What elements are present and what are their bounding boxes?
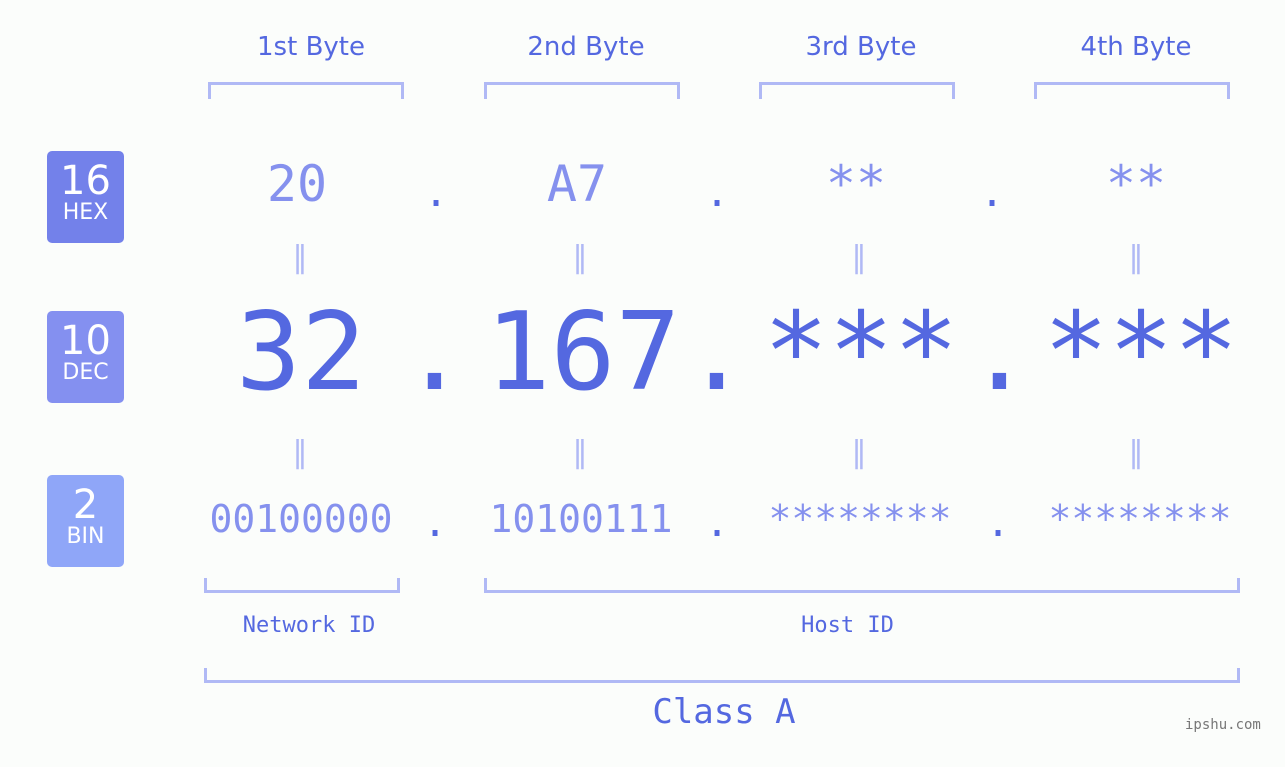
- equals-dec-bin-4: ‖: [1128, 435, 1144, 470]
- bin-dot-3: .: [985, 500, 1011, 546]
- dec-byte-3: ***: [763, 290, 959, 415]
- bin-byte-1: 00100000: [209, 497, 393, 541]
- equals-dec-bin-2: ‖: [572, 435, 588, 470]
- bin-base: 2: [72, 482, 99, 528]
- hex-badge: 16 HEX: [47, 151, 124, 243]
- dec-byte-2: 167: [485, 290, 681, 415]
- equals-dec-bin-3: ‖: [851, 435, 867, 470]
- dec-badge: 10 DEC: [47, 311, 124, 403]
- byte-bracket-4: [1034, 82, 1230, 99]
- bin-dot-1: .: [422, 500, 448, 546]
- equals-hex-dec-4: ‖: [1128, 240, 1144, 275]
- host-id-label: Host ID: [801, 613, 894, 638]
- hex-dot-3: .: [979, 170, 1005, 216]
- byte-header-1: 1st Byte: [257, 32, 365, 62]
- byte-bracket-2: [484, 82, 680, 99]
- dec-byte-1: 32: [235, 290, 367, 415]
- dec-dot-1: .: [402, 290, 468, 415]
- hex-base: 16: [60, 158, 111, 204]
- byte-bracket-1: [208, 82, 404, 99]
- byte-bracket-3: [759, 82, 955, 99]
- dec-dot-2: .: [684, 290, 750, 415]
- hex-byte-4: **: [1105, 155, 1167, 213]
- hex-byte-2: A7: [546, 155, 608, 213]
- hex-byte-3: **: [825, 155, 887, 213]
- dec-name: DEC: [62, 360, 109, 385]
- equals-dec-bin-1: ‖: [292, 435, 308, 470]
- byte-header-2: 2nd Byte: [527, 32, 645, 62]
- network-id-bracket: [204, 578, 400, 593]
- equals-hex-dec-1: ‖: [292, 240, 308, 275]
- equals-hex-dec-3: ‖: [851, 240, 867, 275]
- hex-dot-1: .: [423, 170, 449, 216]
- bin-byte-4: ********: [1048, 497, 1232, 541]
- bin-byte-2: 10100111: [489, 497, 673, 541]
- watermark: ipshu.com: [1185, 717, 1261, 733]
- equals-hex-dec-2: ‖: [572, 240, 588, 275]
- network-id-label: Network ID: [242, 613, 376, 638]
- host-id-bracket: [484, 578, 1240, 593]
- class-label: Class A: [652, 692, 796, 732]
- hex-byte-1: 20: [266, 155, 328, 213]
- dec-dot-3: .: [967, 290, 1033, 415]
- byte-header-3: 3rd Byte: [805, 32, 917, 62]
- dec-base: 10: [60, 318, 111, 364]
- byte-header-4: 4th Byte: [1080, 32, 1192, 62]
- dec-byte-4: ***: [1043, 290, 1239, 415]
- bin-byte-3: ********: [768, 497, 952, 541]
- class-bracket: [204, 668, 1240, 683]
- hex-dot-2: .: [704, 170, 730, 216]
- bin-name: BIN: [66, 524, 105, 549]
- bin-dot-2: .: [704, 500, 730, 546]
- hex-name: HEX: [62, 200, 109, 225]
- bin-badge: 2 BIN: [47, 475, 124, 567]
